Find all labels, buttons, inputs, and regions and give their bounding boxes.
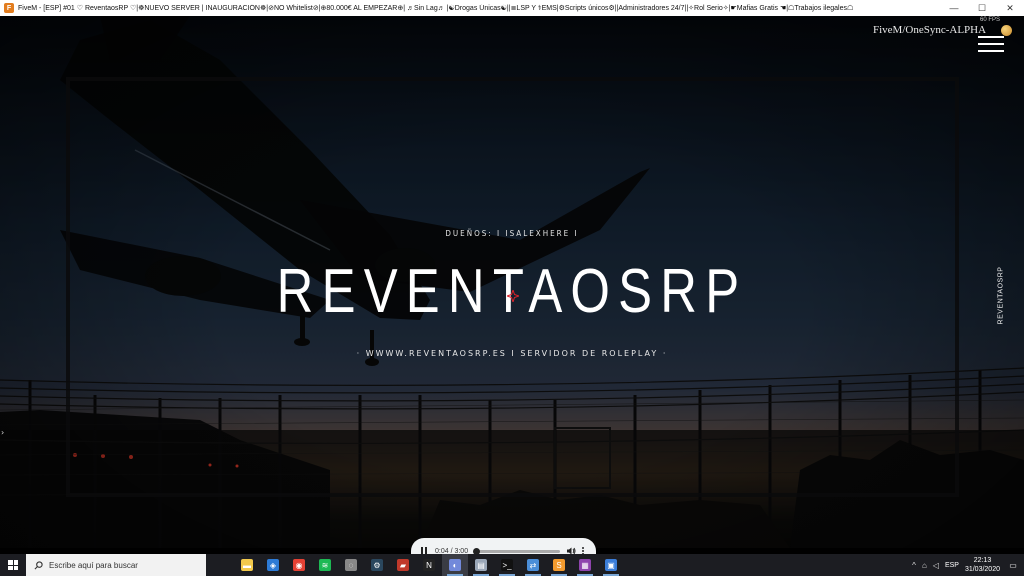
network-app-icon: ⇄ bbox=[527, 559, 539, 571]
app-red-icon: ▰ bbox=[397, 559, 409, 571]
side-brand: REVENTAOSRP bbox=[993, 264, 1009, 326]
taskbar-app-steam[interactable]: ⚙ bbox=[364, 554, 390, 576]
maximize-button[interactable]: ☐ bbox=[968, 0, 996, 16]
terminal-icon: >_ bbox=[501, 559, 513, 571]
ubisoft-icon: ◌ bbox=[345, 559, 357, 571]
nvidia-icon: N bbox=[423, 559, 435, 571]
taskbar-app-chrome[interactable]: ◉ bbox=[286, 554, 312, 576]
server-logo-mark bbox=[507, 290, 519, 302]
network-icon[interactable]: ⌂ bbox=[922, 561, 927, 570]
file-explorer-icon: ▬ bbox=[241, 559, 253, 571]
volume-tray-icon[interactable]: ◁ bbox=[933, 561, 939, 570]
build-badge-icon bbox=[1001, 25, 1012, 36]
minimize-button[interactable]: — bbox=[940, 0, 968, 16]
fps-counter: 60 FPS bbox=[980, 17, 1001, 23]
steam-icon: ⚙ bbox=[371, 559, 383, 571]
clock-time: 22:13 bbox=[973, 557, 992, 564]
close-button[interactable]: ✕ bbox=[996, 0, 1024, 16]
taskbar-app-discord[interactable]: ◐ bbox=[442, 554, 468, 576]
fivem-icon: F bbox=[4, 3, 14, 13]
sublime-icon: S bbox=[553, 559, 565, 571]
taskbar-app-fivem-taskbar[interactable]: ▣ bbox=[598, 554, 624, 576]
taskbar-app-spotify[interactable]: ≋ bbox=[312, 554, 338, 576]
window-title: FiveM - [ESP] #01 ♡ ReventaosRP ♡|☸NUEVO… bbox=[18, 5, 854, 12]
spotify-icon: ≋ bbox=[319, 559, 331, 571]
owners-label: DUEÑOS: I ISALEXHERE I bbox=[445, 229, 579, 238]
taskbar-app-ubisoft[interactable]: ◌ bbox=[338, 554, 364, 576]
taskbar-app-sublime[interactable]: S bbox=[546, 554, 572, 576]
discord-icon: ◐ bbox=[449, 559, 461, 571]
server-subtitle: · WWWW.REVENTAOSRP.ES I SERVIDOR DE ROLE… bbox=[356, 349, 668, 358]
taskbar-search[interactable] bbox=[26, 554, 206, 576]
taskbar-app-network-app[interactable]: ⇄ bbox=[520, 554, 546, 576]
notifications-icon[interactable]: ▭ bbox=[1006, 558, 1020, 572]
taskbar-app-terminal[interactable]: >_ bbox=[494, 554, 520, 576]
clock[interactable]: 22:13 31/03/2020 bbox=[965, 556, 1000, 574]
window-controls: — ☐ ✕ bbox=[940, 0, 1024, 16]
fivem-taskbar-icon: ▣ bbox=[605, 559, 617, 571]
language-indicator[interactable]: ESP bbox=[945, 562, 959, 569]
taskbar-app-nvidia[interactable]: N bbox=[416, 554, 442, 576]
system-tray: ^ ⌂ ◁ ESP 22:13 31/03/2020 ▭ bbox=[912, 554, 1024, 576]
taskbar-app-store[interactable]: ◈ bbox=[260, 554, 286, 576]
taskbar-app-window-app[interactable]: ▤ bbox=[468, 554, 494, 576]
window-app-icon: ▤ bbox=[475, 559, 487, 571]
loading-screen: DUEÑOS: I ISALEXHERE I REVENTAOSRP · WWW… bbox=[0, 16, 1024, 548]
side-brand-label: REVENTAOSRP bbox=[997, 266, 1005, 324]
winrar-icon: ▦ bbox=[579, 559, 591, 571]
windows-taskbar: ▬ ◈ ◉ ≋ ◌ ⚙ ▰ N ◐ ▤ >_ ⇄ S ▦ ▣ ^ ⌂ ◁ ESP 22:13 31/03/2… bbox=[0, 554, 1024, 576]
menu-icon[interactable] bbox=[978, 36, 1004, 52]
windows-logo-icon bbox=[8, 560, 18, 570]
taskbar-app-file-explorer[interactable]: ▬ bbox=[234, 554, 260, 576]
chrome-icon: ◉ bbox=[293, 559, 305, 571]
search-input[interactable] bbox=[49, 560, 199, 570]
clock-date: 31/03/2020 bbox=[964, 566, 1000, 573]
audio-seek-bar[interactable] bbox=[472, 547, 560, 555]
chevron-right-icon[interactable]: › bbox=[1, 428, 4, 437]
start-button[interactable] bbox=[0, 554, 26, 576]
tray-expand-icon[interactable]: ^ bbox=[912, 561, 916, 570]
search-icon bbox=[34, 560, 43, 569]
build-label: FiveM/OneSync-ALPHA bbox=[873, 24, 987, 36]
taskbar-app-app-red[interactable]: ▰ bbox=[390, 554, 416, 576]
window-title-bar[interactable]: F FiveM - [ESP] #01 ♡ ReventaosRP ♡|☸NUE… bbox=[0, 0, 1024, 16]
store-icon: ◈ bbox=[267, 559, 279, 571]
taskbar-apps: ▬ ◈ ◉ ≋ ◌ ⚙ ▰ N ◐ ▤ >_ ⇄ S ▦ ▣ bbox=[234, 554, 624, 576]
taskbar-app-winrar[interactable]: ▦ bbox=[572, 554, 598, 576]
